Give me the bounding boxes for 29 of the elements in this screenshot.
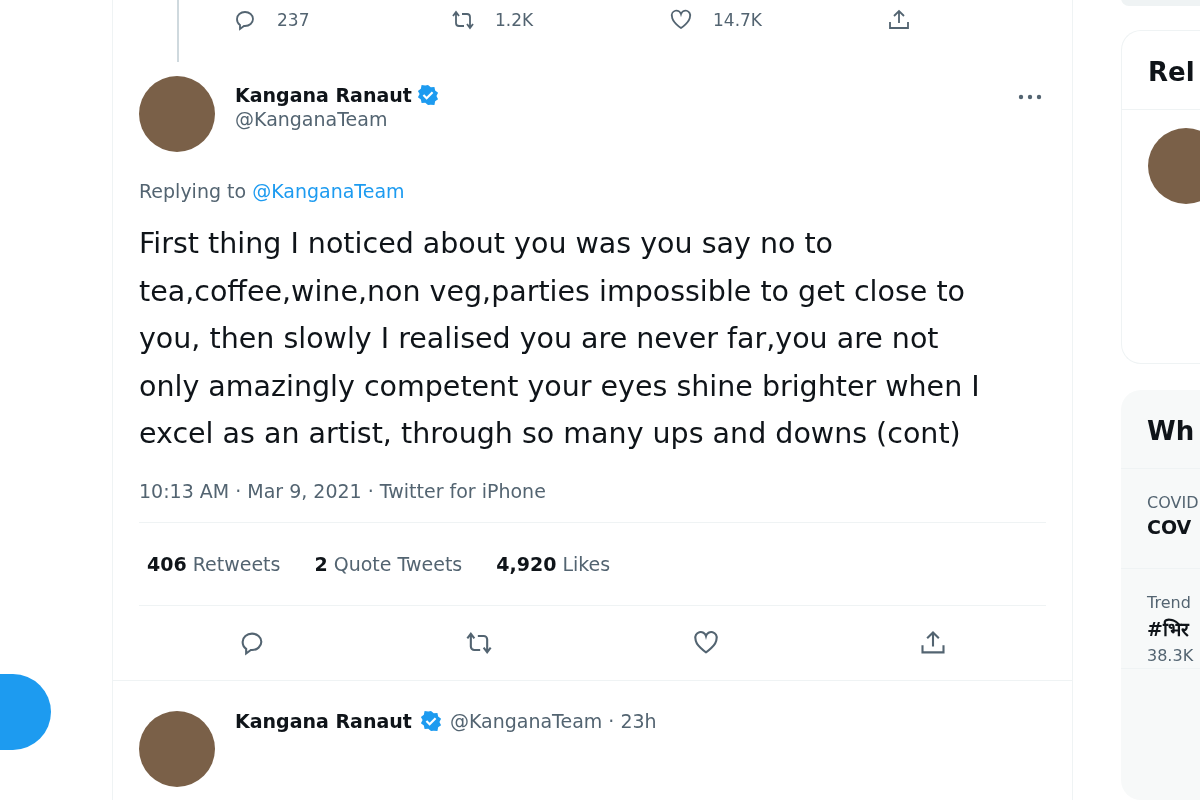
trend-count: 38.3K xyxy=(1147,645,1195,665)
heart-icon xyxy=(669,8,693,32)
reply-action[interactable]: 237 xyxy=(233,8,451,32)
share-action[interactable] xyxy=(887,8,911,32)
card-title: Wh xyxy=(1121,389,1200,469)
author-handle[interactable]: @KanganaTeam xyxy=(235,108,998,130)
like-action[interactable]: 14.7K xyxy=(669,8,887,32)
tweet-stat[interactable]: 2 Quote Tweets xyxy=(314,552,463,575)
tweet-stat[interactable]: 406 Retweets xyxy=(147,552,281,575)
author-handle: @KanganaTeam · 23h xyxy=(449,709,657,732)
more-options-icon[interactable] xyxy=(1018,94,1042,100)
tweet-text: First thing I noticed about you was you say no to tea,coffee,wine,non veg,parties impossible to get close to you, then slowly I realised you are never far,you are not only amazingly competent your eyes shine brighter when I excel as an artist, through so many ups and downs (cont) xyxy=(139,226,981,452)
tweet-button[interactable] xyxy=(0,674,51,750)
speech-bubble-icon xyxy=(233,8,257,32)
tweet-timestamp[interactable]: 10:13 AM · Mar 9, 2021 · Twitter for iPhone xyxy=(139,479,1046,523)
card-title: Rel xyxy=(1122,30,1200,110)
trend-item[interactable]: Trend #भिर 38.3K xyxy=(1121,568,1200,669)
replying-to-label: Replying to xyxy=(139,180,247,202)
author-name[interactable]: Kangana Ranaut xyxy=(235,84,412,106)
tweet-stat[interactable]: 4,920 Likes xyxy=(496,552,611,575)
trend-item[interactable]: COVID COV xyxy=(1121,468,1200,569)
retweet-icon xyxy=(451,8,475,32)
trend-context: COVID xyxy=(1147,492,1200,512)
trend-name: COV xyxy=(1147,515,1193,538)
retweet-action[interactable]: 1.2K xyxy=(451,8,669,32)
author-name[interactable]: Kangana Ranaut xyxy=(235,709,412,732)
trend-name: #भिर xyxy=(1147,616,1191,642)
share-icon xyxy=(887,8,911,32)
trend-context: Trend xyxy=(1147,592,1192,612)
